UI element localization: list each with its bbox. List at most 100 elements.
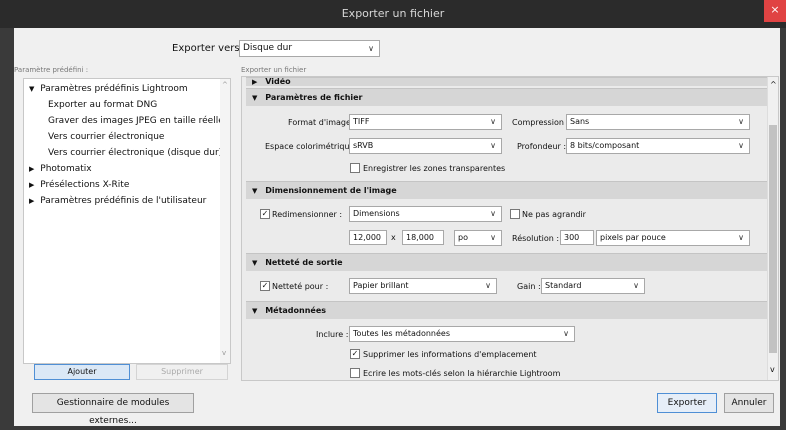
export-to-label: Exporter vers : [172,43,247,54]
amount-select[interactable]: Standard ∨ [541,278,645,294]
tree-item-label: Présélections X-Rite [40,180,130,190]
transparency-label: Enregistrer les zones transparentes [363,164,506,173]
unit-select[interactable]: po ∨ [454,230,502,246]
section-image-sizing[interactable]: ▼ Dimensionnement de l'image [246,181,767,199]
tree-group-photomatix[interactable]: ▶ Photomatix [29,164,92,174]
scroll-down-icon[interactable]: v [770,365,775,374]
close-button[interactable]: × [764,0,786,22]
section-video-label: Vidéo [265,77,291,86]
tree-item-jpeg[interactable]: Graver des images JPEG en taille réelle [48,116,224,126]
resolution-label: Résolution : [512,234,560,243]
export-button[interactable]: Exporter [657,393,717,413]
tree-item-email[interactable]: Vers courrier électronique [48,132,164,142]
transparency-checkbox[interactable] [350,163,360,173]
presets-tree: ▼ Paramètres prédéfinis Lightroom Export… [23,78,231,364]
export-to-value: Disque dur [243,43,293,53]
include-select[interactable]: Toutes les métadonnées ∨ [349,326,575,342]
tree-item-label: Paramètres prédéfinis Lightroom [40,84,188,94]
remove-preset-button[interactable]: Supprimer [136,364,228,380]
tree-item-dng[interactable]: Exporter au format DNG [48,100,157,110]
unit-value: po [458,233,468,242]
resolution-unit-value: pixels par pouce [600,233,666,242]
triangle-right-icon: ▶ [252,78,258,86]
check-icon: ✓ [351,349,359,358]
colorspace-select[interactable]: sRVB ∨ [349,138,502,154]
section-video-partial[interactable]: ▶ Vidéo [246,77,767,86]
keywords-checkbox[interactable] [350,368,360,378]
check-icon: ✓ [261,281,269,290]
chevron-down-icon: ∨ [485,281,491,290]
include-value: Toutes les métadonnées [353,329,450,338]
height-input[interactable]: 18,000 [402,230,444,245]
resize-checkbox[interactable]: ✓ [260,209,270,219]
sharpen-value: Papier brillant [353,281,409,290]
settings-scrollbar[interactable]: ^ v [767,77,778,380]
resize-mode-value: Dimensions [353,209,400,218]
depth-select[interactable]: 8 bits/composant ∨ [566,138,750,154]
width-input[interactable]: 12,000 [349,230,387,245]
compression-select[interactable]: Sans ∨ [566,114,750,130]
section-sharpening[interactable]: ▼ Netteté de sortie [246,253,767,271]
tree-group-user[interactable]: ▶ Paramètres prédéfinis de l'utilisateur [29,196,206,206]
tree-item-email-disk[interactable]: Vers courrier électronique (disque dur) [48,148,222,158]
resize-mode-select[interactable]: Dimensions ∨ [349,206,502,222]
sharpen-select[interactable]: Papier brillant ∨ [349,278,497,294]
plugin-manager-button[interactable]: Gestionnaire de modules externes... [32,393,194,426]
chevron-down-icon: ∨ [738,141,744,150]
triangle-right-icon: ▶ [29,197,35,205]
add-preset-button[interactable]: Ajouter [34,364,130,380]
presets-label: Paramètre prédéfini : [14,66,89,74]
depth-value: 8 bits/composant [570,141,640,150]
chevron-down-icon: ∨ [563,329,569,338]
amount-label: Gain : [517,282,541,291]
section-file-settings[interactable]: ▼ Paramètres de fichier [246,88,767,106]
triangle-down-icon: ▼ [252,94,258,102]
section-file-settings-label: Paramètres de fichier [265,93,363,102]
triangle-down-icon: ▼ [252,259,258,267]
export-to-select[interactable]: Disque dur ∨ [239,40,380,57]
times-label: x [391,233,396,242]
tree-group-xrite[interactable]: ▶ Présélections X-Rite [29,180,129,190]
chevron-down-icon: ∨ [490,209,496,218]
resolution-input[interactable]: 300 [560,230,594,245]
chevron-down-icon: ∨ [368,44,374,53]
check-icon: ✓ [261,209,269,218]
chevron-down-icon: ∨ [633,281,639,290]
scroll-down-icon[interactable]: v [222,349,226,357]
sharpen-label: Netteté pour : [272,282,329,291]
export-dialog: Exporter vers : Disque dur ∨ Paramètre p… [14,28,780,426]
format-select[interactable]: TIFF ∨ [349,114,502,130]
chevron-down-icon: ∨ [490,141,496,150]
compression-label: Compression : [512,118,570,127]
cancel-button[interactable]: Annuler [724,393,774,413]
colorspace-value: sRVB [353,141,374,150]
scroll-up-icon[interactable]: ^ [222,81,228,89]
section-metadata-label: Métadonnées [265,306,327,315]
no-enlarge-checkbox[interactable] [510,209,520,219]
compression-value: Sans [570,117,590,126]
colorspace-label: Espace colorimétrique : [265,142,360,151]
window-frame-left [0,28,14,430]
format-value: TIFF [353,117,370,126]
tree-group-lightroom[interactable]: ▼ Paramètres prédéfinis Lightroom [29,84,188,94]
no-enlarge-label: Ne pas agrandir [522,210,586,219]
chevron-down-icon: ∨ [490,233,496,242]
chevron-down-icon: ∨ [738,117,744,126]
chevron-down-icon: ∨ [490,117,496,126]
scrollbar-thumb[interactable] [769,125,777,353]
triangle-down-icon: ▼ [252,187,258,195]
resolution-unit-select[interactable]: pixels par pouce ∨ [596,230,750,246]
scroll-up-icon[interactable]: ^ [770,80,777,89]
depth-label: Profondeur : [517,142,567,151]
window-frame-right [780,28,786,430]
section-sharpening-label: Netteté de sortie [265,258,343,267]
sharpen-checkbox[interactable]: ✓ [260,281,270,291]
include-label: Inclure : [316,330,349,339]
chevron-down-icon: ∨ [738,233,744,242]
triangle-right-icon: ▶ [29,165,35,173]
remove-location-checkbox[interactable]: ✓ [350,349,360,359]
tree-scrollbar[interactable]: ^ v [220,79,230,363]
section-metadata[interactable]: ▼ Métadonnées [246,301,767,319]
triangle-down-icon: ▼ [252,307,258,315]
triangle-down-icon: ▼ [29,85,35,93]
